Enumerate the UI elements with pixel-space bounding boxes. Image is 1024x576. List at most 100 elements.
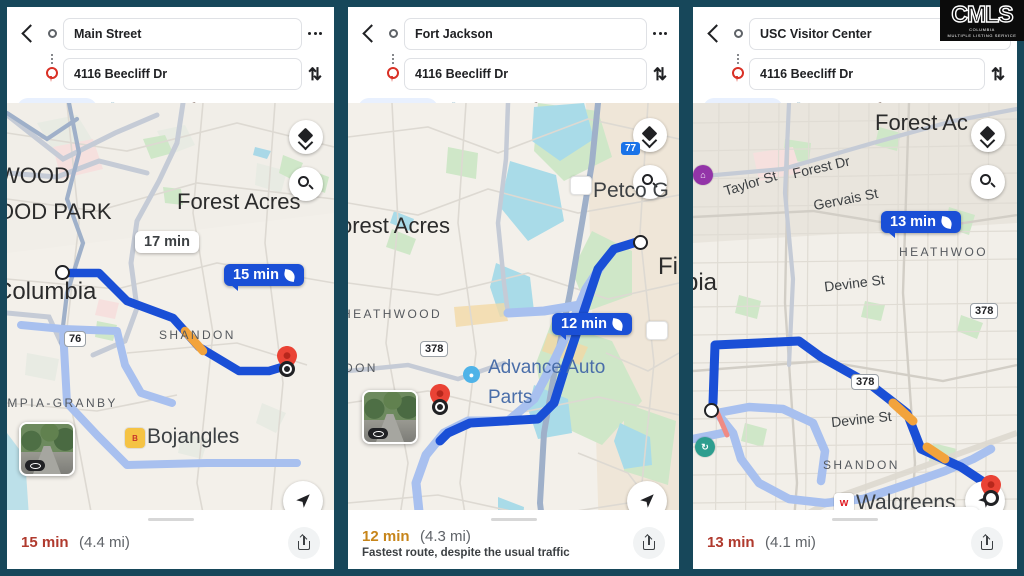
street-view-thumbnail[interactable]	[362, 390, 418, 444]
map-label: WOOD	[7, 163, 70, 188]
origin-circle-icon	[382, 29, 404, 38]
building-poi-icon[interactable]	[646, 321, 668, 340]
overflow-menu-icon[interactable]	[302, 32, 328, 35]
destination-row: 4116 Beecliff Dr ⇅	[354, 54, 673, 94]
sheet-grabber[interactable]	[147, 518, 194, 521]
primary-route-callout[interactable]: 15 min	[224, 264, 304, 291]
origin-row: Main Street	[13, 13, 328, 54]
back-chevron-icon	[706, 24, 726, 43]
callout-time: 12 min	[561, 316, 607, 332]
summary-note: Fastest route, despite the usual traffic	[362, 546, 570, 559]
origin-input[interactable]: Main Street	[63, 17, 302, 50]
map-label: OOD PARK	[7, 199, 112, 224]
map-label: Forest Ac	[875, 110, 968, 135]
map-canvas[interactable]: orest Acres Petco G Fibia HEATHWOOD DON …	[348, 103, 679, 569]
map-label: Columbia	[7, 278, 97, 305]
layers-icon	[299, 130, 314, 145]
layers-icon	[981, 128, 996, 143]
back-chevron-icon	[361, 24, 381, 43]
destination-row: 4116 Beecliff Dr ⇅	[699, 54, 1011, 94]
route-summary-footer: 12 min (4.3 mi) Fastest route, despite t…	[348, 510, 679, 569]
destination-pin-icon	[387, 67, 399, 83]
primary-route-callout[interactable]: 12 min	[552, 313, 632, 340]
route-dots-and-pin	[727, 54, 749, 83]
origin-marker[interactable]	[633, 235, 648, 250]
destination-input[interactable]: 4116 Beecliff Dr	[404, 58, 647, 90]
origin-marker[interactable]	[55, 265, 70, 280]
destination-ring-inner	[284, 366, 290, 372]
map-canvas[interactable]: Forest Ac Taylor St Forest Dr Gervais St…	[693, 103, 1017, 576]
share-icon	[980, 533, 994, 551]
swap-endpoints-icon[interactable]: ⇅	[302, 66, 328, 83]
street-view-badge-icon	[368, 428, 388, 439]
swap-endpoints-icon[interactable]: ⇅	[647, 66, 673, 83]
cmls-brand-text: CMLS	[951, 1, 1015, 27]
route-shield-378: 378	[420, 341, 449, 357]
map-label: YMPIA-GRANBY	[7, 396, 118, 410]
route-shield-76: 76	[64, 331, 87, 347]
destination-input[interactable]: 4116 Beecliff Dr	[63, 58, 302, 90]
bojangles-poi-icon[interactable]: B	[125, 428, 145, 448]
gas-poi-icon[interactable]: ●	[463, 366, 480, 383]
back-button[interactable]	[356, 21, 382, 47]
callout-time: 13 min	[890, 214, 936, 230]
destination-ring	[983, 490, 999, 506]
header-spacer	[701, 61, 727, 87]
route-comparison-collage: Main Street 4116 Beecliff Dr ⇅ 🚗15 min 🚉…	[0, 0, 1024, 576]
share-icon	[642, 533, 656, 551]
share-button[interactable]	[288, 527, 320, 559]
map-search-button[interactable]	[971, 165, 1005, 199]
share-button[interactable]	[971, 527, 1003, 559]
street-view-thumbnail[interactable]	[19, 422, 75, 476]
summary-duration: 15 min	[21, 534, 69, 551]
origin-input[interactable]: Fort Jackson	[404, 17, 647, 50]
back-button[interactable]	[701, 21, 727, 47]
origin-marker[interactable]	[704, 403, 719, 418]
destination-pin-icon	[46, 67, 58, 83]
map-label: bia	[693, 269, 718, 296]
eco-leaf-icon	[939, 215, 953, 229]
interstate-shield-77: 77	[621, 142, 641, 155]
map-canvas[interactable]: WOOD OOD PARK Forest Acres Columbia SHAN…	[7, 103, 334, 569]
route-panel-main-street: Main Street 4116 Beecliff Dr ⇅ 🚗15 min 🚉…	[0, 0, 341, 576]
destination-ring-inner	[437, 404, 443, 410]
primary-route-callout[interactable]: 13 min	[881, 211, 961, 238]
summary-text-group: 12 min (4.3 mi) Fastest route, despite t…	[362, 528, 570, 559]
route-dots-and-pin	[41, 54, 63, 83]
sheet-grabber[interactable]	[490, 518, 537, 521]
origin-circle-icon	[41, 29, 63, 38]
map-label: Bojangles	[147, 425, 240, 448]
home-poi-icon[interactable]: ⌂	[693, 165, 713, 185]
recenter-navigation-icon	[640, 494, 654, 508]
back-button[interactable]	[15, 21, 41, 47]
sheet-grabber[interactable]	[832, 518, 878, 521]
callout-time: 15 min	[233, 267, 279, 283]
summary-distance: (4.4 mi)	[78, 534, 130, 551]
origin-row: Fort Jackson	[354, 13, 673, 54]
header-spacer	[356, 61, 382, 87]
recycle-poi-icon[interactable]: ↻	[695, 437, 715, 457]
eco-leaf-icon	[282, 268, 296, 282]
destination-pin-icon	[732, 67, 744, 83]
overflow-menu-icon[interactable]	[647, 32, 673, 35]
alt-route-callout[interactable]: 17 min	[135, 231, 199, 253]
map-label: Y	[751, 569, 762, 576]
summary-distance: (4.3 mi)	[419, 527, 471, 545]
map-layers-button[interactable]	[289, 120, 323, 154]
swap-endpoints-icon[interactable]: ⇅	[985, 66, 1011, 83]
map-layers-button[interactable]	[971, 118, 1005, 152]
directions-header: Main Street 4116 Beecliff Dr ⇅ 🚗15 min 🚉…	[7, 7, 334, 124]
share-icon	[297, 533, 311, 551]
petco-poi-icon[interactable]	[570, 176, 592, 195]
origin-circle-icon	[727, 29, 749, 38]
cmls-tagline-1: COLUMBIA	[969, 27, 995, 32]
route-shield-378-alt: 378	[970, 303, 999, 319]
directions-header: Fort Jackson 4116 Beecliff Dr ⇅ 🚗12 min …	[348, 7, 679, 124]
map-label: Fibia	[658, 253, 679, 280]
summary-duration: 13 min	[707, 534, 755, 551]
destination-input[interactable]: 4116 Beecliff Dr	[749, 58, 985, 90]
map-label: HEATHWOOD	[348, 307, 443, 321]
route-panel-fort-jackson: Fort Jackson 4116 Beecliff Dr ⇅ 🚗12 min …	[341, 0, 686, 576]
share-button[interactable]	[633, 527, 665, 559]
route-shield-378: 378	[851, 374, 880, 390]
